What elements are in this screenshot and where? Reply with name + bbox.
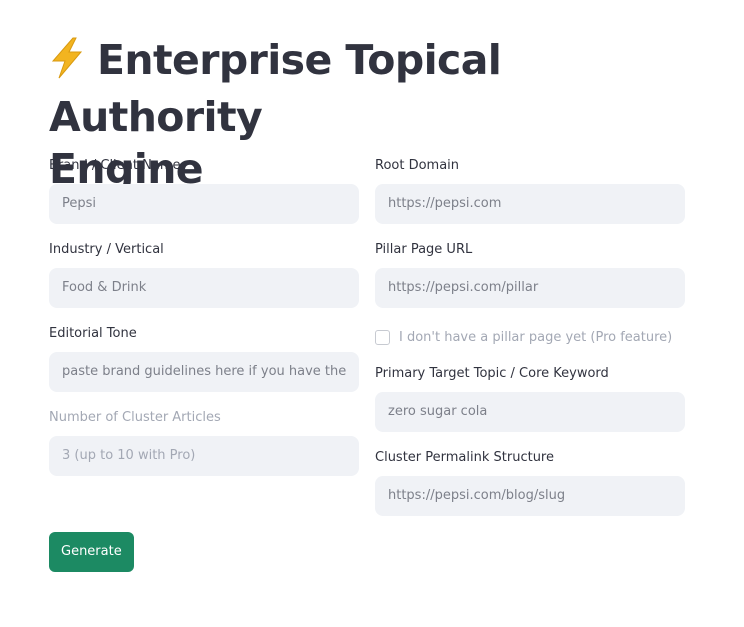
page-title-line1: Enterprise Topical Authority — [49, 36, 502, 141]
brand-label: Brand / Client Name — [49, 158, 181, 173]
permalink-label: Cluster Permalink Structure — [375, 450, 554, 465]
pillar-url-label: Pillar Page URL — [375, 242, 473, 257]
pillar-url-input[interactable] — [375, 268, 685, 308]
brand-input[interactable] — [49, 184, 359, 224]
lightning-bolt-icon — [49, 37, 85, 91]
domain-input[interactable] — [375, 184, 685, 224]
keyword-field: Primary Target Topic / Core Keyword — [375, 366, 685, 432]
no-pillar-checkbox-row[interactable]: I don't have a pillar page yet (Pro feat… — [375, 329, 685, 345]
domain-field: Root Domain — [375, 158, 685, 224]
tone-field: Editorial Tone — [49, 326, 359, 392]
brand-field: Brand / Client Name — [49, 158, 359, 224]
cluster-count-field: Number of Cluster Articles 3 (up to 10 w… — [49, 410, 359, 476]
form-left-column: Brand / Client Name Industry / Vertical … — [49, 158, 359, 476]
domain-label: Root Domain — [375, 158, 460, 173]
form-right-column: Root Domain Pillar Page URL I don't have… — [375, 158, 685, 516]
tone-label: Editorial Tone — [49, 326, 137, 341]
no-pillar-checkbox[interactable] — [375, 329, 390, 345]
industry-label: Industry / Vertical — [49, 242, 164, 257]
keyword-label: Primary Target Topic / Core Keyword — [375, 366, 609, 381]
pillar-url-field: Pillar Page URL — [375, 242, 685, 308]
industry-field: Industry / Vertical — [49, 242, 359, 308]
no-pillar-checkbox-label: I don't have a pillar page yet (Pro feat… — [399, 329, 673, 345]
cluster-count-label: Number of Cluster Articles — [49, 410, 221, 425]
generate-button[interactable]: Generate — [49, 532, 134, 572]
industry-input[interactable] — [49, 268, 359, 308]
tone-input[interactable] — [49, 352, 359, 392]
permalink-field: Cluster Permalink Structure — [375, 450, 685, 516]
permalink-input[interactable] — [375, 476, 685, 516]
cluster-count-input: 3 (up to 10 with Pro) — [49, 436, 359, 476]
keyword-input[interactable] — [375, 392, 685, 432]
page: Enterprise Topical Authority Engine Bran… — [0, 0, 744, 627]
